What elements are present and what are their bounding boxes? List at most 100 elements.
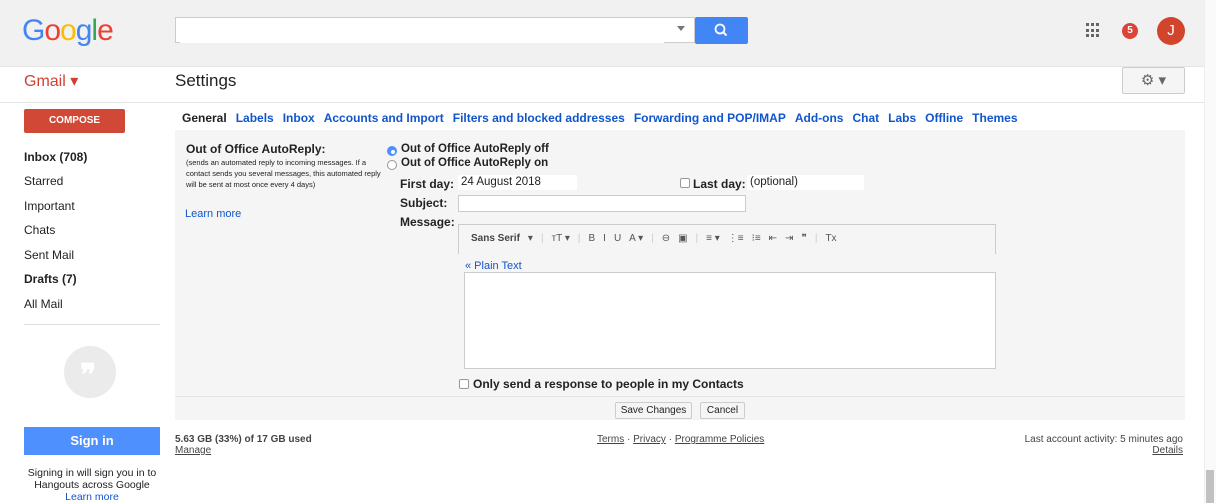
toolbar-item[interactable]: ▣ xyxy=(678,233,687,244)
tab-chat[interactable]: Chat xyxy=(852,111,879,125)
last-day-field[interactable]: (optional) xyxy=(747,175,864,190)
toolbar-item[interactable]: Tx xyxy=(825,233,836,244)
logo-letter: o xyxy=(44,14,61,47)
page-title: Settings xyxy=(175,71,237,90)
subject-field[interactable] xyxy=(458,195,746,212)
font-family-select[interactable]: Sans Serif xyxy=(471,233,520,244)
toolbar-item[interactable]: ⋮≡ xyxy=(728,233,744,244)
settings-gear-button[interactable]: ⚙ ▾ xyxy=(1122,67,1185,94)
scrollbar-thumb[interactable] xyxy=(1206,470,1214,503)
toolbar-item: | xyxy=(814,233,818,244)
search-input[interactable] xyxy=(175,17,695,43)
settings-tabs: General Labels Inbox Accounts and Import Fil… xyxy=(182,111,1027,125)
google-logo[interactable]: Google xyxy=(22,14,114,48)
hangouts-learn-more-link[interactable]: Learn more xyxy=(65,491,119,503)
autoreply-on-radio[interactable] xyxy=(387,160,397,170)
sidebar-divider xyxy=(24,324,160,325)
panel-divider xyxy=(175,396,1185,397)
last-day-checkbox[interactable] xyxy=(680,178,690,188)
tab-accounts-and-import[interactable]: Accounts and Import xyxy=(324,111,444,125)
terms-link[interactable]: Terms xyxy=(597,434,624,445)
last-activity: Last account activity: 5 minutes ago xyxy=(1024,434,1183,445)
toolbar-item[interactable]: ⊖ xyxy=(662,233,670,244)
first-day-field[interactable]: 24 August 2018 xyxy=(458,175,577,190)
storage-usage: 5.63 GB (33%) of 17 GB used xyxy=(175,434,312,445)
autoreply-learn-more-link[interactable]: Learn more xyxy=(185,208,241,220)
tab-themes[interactable]: Themes xyxy=(972,111,1017,125)
tab-offline[interactable]: Offline xyxy=(925,111,963,125)
sidebar-item-all-mail[interactable]: All Mail xyxy=(24,297,63,311)
toolbar-item: | xyxy=(577,233,581,244)
sign-in-button[interactable]: Sign in xyxy=(24,427,160,455)
tab-labels[interactable]: Labels xyxy=(236,111,274,125)
header-divider xyxy=(0,102,1216,103)
tab-forwarding-and-pop-imap[interactable]: Forwarding and POP/IMAP xyxy=(634,111,786,125)
apps-grid-icon[interactable] xyxy=(1086,23,1101,38)
sidebar-item-inbox[interactable]: Inbox (708) xyxy=(24,150,87,164)
toolbar-item[interactable]: ⇤ xyxy=(769,233,777,244)
toolbar-item[interactable]: I xyxy=(603,233,606,244)
contacts-only-checkbox[interactable] xyxy=(459,379,469,389)
toolbar-item[interactable]: U xyxy=(614,233,621,244)
autoreply-off-radio[interactable] xyxy=(387,146,397,156)
first-day-label: First day: xyxy=(400,177,455,191)
notification-badge[interactable]: 5 xyxy=(1122,23,1138,39)
gear-icon: ⚙ ▾ xyxy=(1140,72,1167,89)
hangouts-quote-icon: ❞ xyxy=(80,359,97,392)
tab-general[interactable]: General xyxy=(182,111,227,125)
search-options-caret-icon[interactable] xyxy=(677,26,685,31)
activity-details-link[interactable]: Details xyxy=(1100,445,1183,456)
gmail-menu-button[interactable]: Gmail ▾ xyxy=(24,71,78,91)
last-day-label: Last day: xyxy=(693,177,746,191)
tab-labs[interactable]: Labs xyxy=(888,111,916,125)
formatting-toolbar: Sans Serif ▾ | тT ▾ | B I U A ▾ | ⊖ ▣ | ≡ ▾ ⋮≡ ⁝≡ ⇤ ⇥ ❞ | Tx xyxy=(471,233,845,244)
toolbar-item[interactable]: ⁝≡ xyxy=(752,233,761,244)
search-button[interactable] xyxy=(695,17,748,44)
footer-links: Terms · Privacy · Programme Policies xyxy=(597,434,764,445)
message-label: Message: xyxy=(400,215,455,229)
autoreply-title: Out of Office AutoReply: xyxy=(186,142,326,156)
logo-letter: o xyxy=(60,14,77,47)
cancel-button[interactable]: Cancel xyxy=(700,402,745,419)
logo-letter: e xyxy=(97,14,114,47)
sidebar-item-sent-mail[interactable]: Sent Mail xyxy=(24,248,74,262)
toolbar-item: | xyxy=(695,233,699,244)
sidebar-item-drafts[interactable]: Drafts (7) xyxy=(24,272,77,286)
privacy-link[interactable]: Privacy xyxy=(633,434,666,445)
sidebar-item-important[interactable]: Important xyxy=(24,199,75,213)
message-editor[interactable] xyxy=(464,272,996,369)
footer-sep: · xyxy=(665,434,675,445)
footer-sep: · xyxy=(624,434,634,445)
toolbar-item[interactable]: ≡ ▾ xyxy=(706,233,720,244)
sidebar-item-starred[interactable]: Starred xyxy=(24,174,63,188)
toolbar-item[interactable]: ▾ xyxy=(528,233,533,244)
save-changes-button[interactable]: Save Changes xyxy=(615,402,692,419)
contacts-only-label[interactable]: Only send a response to people in my Con… xyxy=(473,377,744,391)
autoreply-description: (sends an automated reply to incoming me… xyxy=(186,158,381,189)
toolbar-item[interactable]: тT ▾ xyxy=(552,233,570,244)
autoreply-on-label[interactable]: Out of Office AutoReply on xyxy=(401,157,548,169)
logo-letter: g xyxy=(75,14,93,47)
page-scrollbar[interactable] xyxy=(1204,0,1216,503)
toolbar-item[interactable]: A ▾ xyxy=(629,233,643,244)
sign-in-text: Signing in will sign you in to Hangouts … xyxy=(27,467,157,491)
toolbar-item[interactable]: ⇥ xyxy=(785,233,793,244)
autoreply-off-label[interactable]: Out of Office AutoReply off xyxy=(401,143,549,155)
avatar[interactable]: J xyxy=(1157,17,1185,45)
logo-letter: G xyxy=(22,14,45,47)
tab-inbox[interactable]: Inbox xyxy=(283,111,315,125)
search-field[interactable] xyxy=(180,19,664,43)
manage-storage-link[interactable]: Manage xyxy=(175,445,211,456)
plain-text-link[interactable]: « Plain Text xyxy=(465,260,522,272)
tab-add-ons[interactable]: Add-ons xyxy=(795,111,844,125)
tab-filters-and-blocked-addresses[interactable]: Filters and blocked addresses xyxy=(453,111,625,125)
subject-label: Subject: xyxy=(400,196,448,210)
search-icon xyxy=(714,23,728,37)
toolbar-item[interactable]: ❞ xyxy=(801,233,806,244)
sign-in-description: Signing in will sign you in to Hangouts … xyxy=(12,467,172,503)
toolbar-item[interactable]: B xyxy=(588,233,595,244)
programme-policies-link[interactable]: Programme Policies xyxy=(675,434,764,445)
toolbar-item: | xyxy=(651,233,654,244)
sidebar-item-chats[interactable]: Chats xyxy=(24,223,55,237)
compose-button[interactable]: COMPOSE xyxy=(24,109,125,133)
